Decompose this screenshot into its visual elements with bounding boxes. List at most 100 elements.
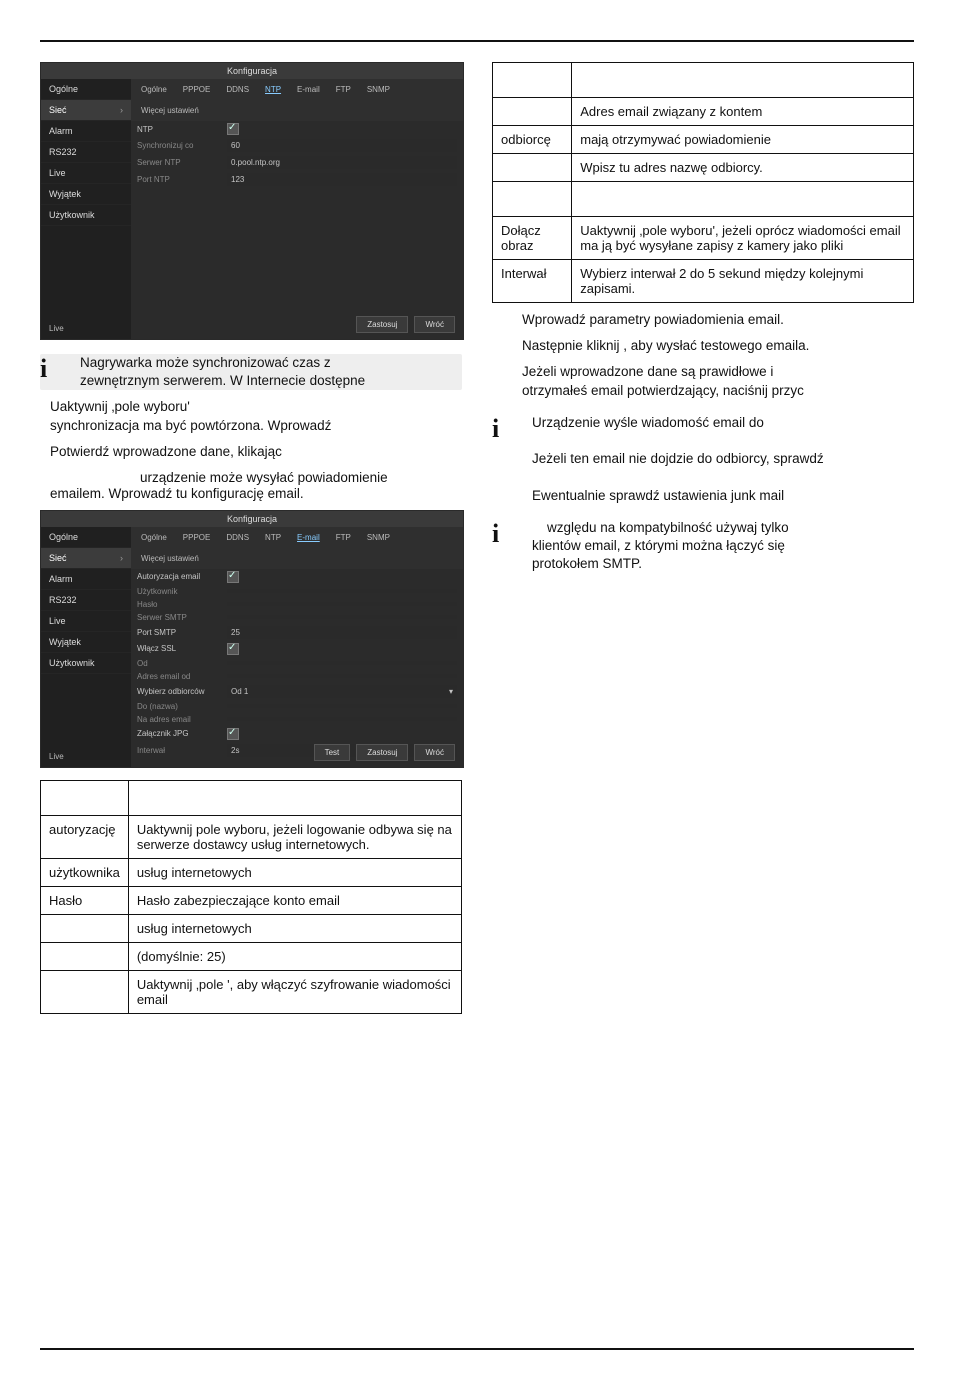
sidebar-item-wyjatek[interactable]: Wyjątek <box>41 184 131 205</box>
sidebar-item-ogolne[interactable]: Ogólne <box>41 79 131 100</box>
tab-wiecej[interactable]: Więcej ustawień <box>137 104 203 117</box>
sidebar-item-rs232[interactable]: RS232 <box>41 590 131 611</box>
info-text: względu na kompatybilność używaj tylko k… <box>532 519 914 574</box>
label-pass: Hasło <box>137 600 227 609</box>
tab-snmp[interactable]: SNMP <box>363 531 394 544</box>
tab-ogolne[interactable]: Ogólne <box>137 531 171 544</box>
live-label: Live <box>49 324 64 333</box>
tabs: Ogólne PPPOE DDNS NTP E-mail FTP SNMP Wi… <box>131 79 463 121</box>
cell: Wpisz tu adres nazwę odbiorcy. <box>572 154 914 182</box>
label-ntp: NTP <box>137 125 227 134</box>
label-ntp-port: Port NTP <box>137 175 227 184</box>
value-sync[interactable]: 60 <box>227 139 457 152</box>
info-icon: i <box>40 354 70 384</box>
back-button[interactable]: Wróć <box>414 316 455 333</box>
tab-pppoe[interactable]: PPPOE <box>179 531 215 544</box>
cell: usług internetowych <box>128 858 461 886</box>
label-ntp-server: Serwer NTP <box>137 158 227 167</box>
sidebar-item-live[interactable]: Live <box>41 163 131 184</box>
label-to-name: Do (nazwa) <box>137 702 227 711</box>
apply-button[interactable]: Zastosuj <box>356 744 408 761</box>
cell <box>41 942 129 970</box>
cell: Interwał <box>493 260 572 303</box>
sidebar-item-wyjatek[interactable]: Wyjątek <box>41 632 131 653</box>
label-smtp-srv: Serwer SMTP <box>137 613 227 622</box>
tab-ddns[interactable]: DDNS <box>222 531 253 544</box>
apply-button[interactable]: Zastosuj <box>356 316 408 333</box>
tab-ddns[interactable]: DDNS <box>222 83 253 96</box>
tab-pppoe[interactable]: PPPOE <box>179 83 215 96</box>
value-to-name[interactable] <box>227 704 457 708</box>
sidebar-item-ogolne[interactable]: Ogólne <box>41 527 131 548</box>
cell <box>41 970 129 1013</box>
tab-ogolne[interactable]: Ogólne <box>137 83 171 96</box>
cell: (domyślnie: 25) <box>128 942 461 970</box>
cell: Uaktywnij ‚pole ', aby włączyć szyfrowan… <box>128 970 461 1013</box>
sidebar-item-alarm[interactable]: Alarm <box>41 121 131 142</box>
cell <box>41 914 129 942</box>
value-ntp-server[interactable]: 0.pool.ntp.org <box>227 156 457 169</box>
cell: Uaktywnij pole wyboru, jeżeli logowanie … <box>128 815 461 858</box>
cell: Uaktywnij ‚pole wyboru', jeżeli oprócz w… <box>572 217 914 260</box>
sidebar-item-rs232[interactable]: RS232 <box>41 142 131 163</box>
sidebar: Ogólne Sieć Alarm RS232 Live Wyjątek Uży… <box>41 527 131 767</box>
sidebar: Ogólne Sieć Alarm RS232 Live Wyjątek Uży… <box>41 79 131 339</box>
auth-checkbox[interactable] <box>227 571 239 583</box>
test-button[interactable]: Test <box>314 744 351 761</box>
tab-ntp[interactable]: NTP <box>261 83 285 96</box>
cell: mają otrzymywać powiadomienie <box>572 126 914 154</box>
back-button[interactable]: Wróć <box>414 744 455 761</box>
cell <box>493 154 572 182</box>
sidebar-item-siec[interactable]: Sieć <box>41 100 131 121</box>
body-text: Wprowadź parametry powiadomienia email. <box>522 311 914 329</box>
tabs: Ogólne PPPOE DDNS NTP E-mail FTP SNMP Wi… <box>131 527 463 569</box>
value-from[interactable] <box>227 661 457 665</box>
tab-ftp[interactable]: FTP <box>332 531 355 544</box>
sidebar-item-siec[interactable]: Sieć <box>41 548 131 569</box>
info-icon: i <box>492 519 522 549</box>
cell: odbiorcę <box>493 126 572 154</box>
sidebar-item-uzytkownik[interactable]: Użytkownik <box>41 653 131 674</box>
value-pass[interactable] <box>227 602 457 606</box>
body-text: Następnie kliknij , aby wysłać testowego… <box>522 337 914 355</box>
doc-table-left: autoryzację Uaktywnij pole wyboru, jeżel… <box>40 780 462 1014</box>
cell: usług internetowych <box>128 914 461 942</box>
ssl-checkbox[interactable] <box>227 643 239 655</box>
tab-wiecej[interactable]: Więcej ustawień <box>137 552 203 565</box>
panel-title: Konfiguracja <box>41 63 463 79</box>
sidebar-item-uzytkownik[interactable]: Użytkownik <box>41 205 131 226</box>
cell: Dołącz obraz <box>493 217 572 260</box>
sidebar-item-alarm[interactable]: Alarm <box>41 569 131 590</box>
body-text: Uaktywnij ‚pole wyboru' synchronizacja m… <box>50 398 462 434</box>
cell: Hasło <box>41 886 129 914</box>
value-from-addr[interactable] <box>227 674 457 678</box>
info-icon: i <box>492 414 522 444</box>
info-text: Urządzenie wyśle wiadomość email do Jeże… <box>532 414 914 505</box>
value-user[interactable] <box>227 589 457 593</box>
cell: Hasło zabezpieczające konto email <box>128 886 461 914</box>
cell: autoryzację <box>41 815 129 858</box>
label-smtp-port: Port SMTP <box>137 628 227 637</box>
label-ssl: Włącz SSL <box>137 644 227 653</box>
value-smtp-srv[interactable] <box>227 615 457 619</box>
value-to-addr[interactable] <box>227 717 457 721</box>
value-smtp-port[interactable]: 25 <box>227 626 457 639</box>
tab-ntp[interactable]: NTP <box>261 531 285 544</box>
label-user: Użytkownik <box>137 587 227 596</box>
attach-checkbox[interactable] <box>227 728 239 740</box>
value-ntp-port[interactable]: 123 <box>227 173 457 186</box>
label-from: Od <box>137 659 227 668</box>
label-from-addr: Adres email od <box>137 672 227 681</box>
ntp-checkbox[interactable] <box>227 123 239 135</box>
tab-email[interactable]: E-mail <box>293 531 324 544</box>
doc-table-right: Adres email związany z kontem odbiorcę m… <box>492 62 914 303</box>
sidebar-item-live[interactable]: Live <box>41 611 131 632</box>
cell: użytkownika <box>41 858 129 886</box>
tab-email[interactable]: E-mail <box>293 83 324 96</box>
body-text: Potwierdź wprowadzone dane, klikając <box>50 443 462 461</box>
tab-ftp[interactable]: FTP <box>332 83 355 96</box>
tab-snmp[interactable]: SNMP <box>363 83 394 96</box>
value-select-recv[interactable]: Od 1▾ <box>227 685 457 698</box>
info-text-ntp: Nagrywarka może synchronizować czas z ze… <box>80 354 462 390</box>
body-text: Jeżeli wprowadzone dane są prawidłowe io… <box>522 363 914 399</box>
